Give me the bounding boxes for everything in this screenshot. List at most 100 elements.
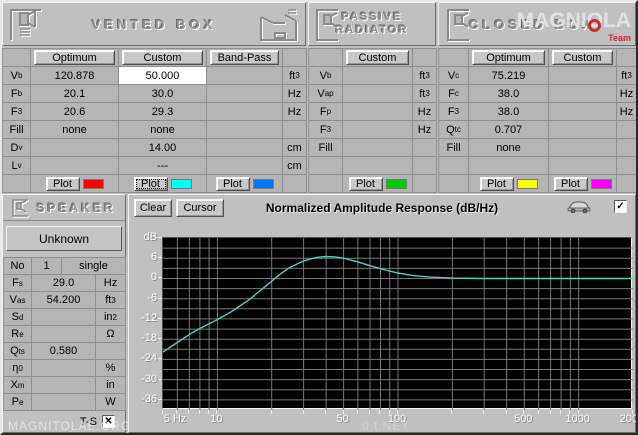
x-axis-tick-label: 100	[387, 413, 407, 425]
y-axis-tick-label: dB	[143, 231, 157, 243]
x-axis-tick	[356, 410, 358, 414]
param-label: F3	[309, 121, 343, 139]
speaker-vas-value[interactable]: 54.200	[32, 292, 96, 309]
chart-overlay-checkbox[interactable]: ✓	[614, 200, 627, 213]
vented-fb-bandpass	[207, 85, 283, 103]
chart-title: Normalized Amplitude Response (dB/Hz)	[265, 201, 499, 215]
vented-f3-optimum: 20.6	[31, 103, 119, 121]
vented-custom-button[interactable]: Custom	[122, 50, 203, 65]
speaker-qts-value[interactable]: 0.580	[32, 343, 96, 360]
unit-label: ft 3	[413, 67, 437, 85]
x-axis-tick	[577, 410, 579, 414]
speaker-sd-value[interactable]	[32, 309, 96, 326]
unit-label: Hz	[617, 103, 636, 121]
magniola-logo-ring	[588, 19, 601, 32]
table-row: Pe W	[4, 394, 126, 411]
vented-bandpass-button[interactable]: Band-Pass	[210, 50, 279, 65]
table-row: Qtc 0.707	[439, 121, 636, 139]
speaker-mode[interactable]: single	[62, 258, 126, 275]
table-row: Vas 54.200 ft 3	[4, 292, 126, 309]
passive-vap-custom-input[interactable]	[343, 85, 413, 103]
speaker-xm-value[interactable]	[32, 377, 96, 394]
vented-optimum-plot-button[interactable]: Plot	[45, 176, 80, 191]
param-label: Fill	[3, 121, 31, 139]
unit-label: cm	[283, 157, 307, 175]
unit-label: ft 3	[96, 292, 126, 309]
plot-color-swatch-magenta	[590, 178, 612, 189]
x-axis-tick	[549, 410, 551, 414]
vented-custom-plot-button[interactable]: Plot	[133, 176, 168, 191]
param-label: η0	[4, 360, 32, 377]
closed-optimum-button[interactable]: Optimum	[472, 50, 545, 65]
vented-vb-optimum: 120.878	[31, 67, 119, 85]
param-label: Fb	[3, 85, 31, 103]
chart-panel: Clear Cursor Normalized Amplitude Respon…	[128, 194, 636, 433]
speaker-fs-value[interactable]: 29.0	[32, 275, 96, 292]
app-window: VENTED BOX PASSIVE RADIATOR CLOSED BOX M…	[0, 0, 638, 435]
closed-fill-custom[interactable]	[549, 139, 617, 157]
plot-area[interactable]	[162, 237, 633, 410]
closed-custom-plot-button[interactable]: Plot	[553, 176, 588, 191]
closed-box-header: CLOSED BOX MAGNIOLA Team	[438, 2, 636, 46]
param-label: Vb	[3, 67, 31, 85]
table-row: Vap ft 3	[309, 85, 437, 103]
vented-vb-custom-input[interactable]: 50.000	[119, 67, 207, 85]
closed-box-table: Optimum Custom Vc 75.219 ft 3 Fc 38.0 Hz …	[438, 48, 636, 193]
x-axis-tick	[397, 410, 398, 414]
unit-label	[283, 121, 307, 139]
passive-radiator-table: Custom Vb ft3 Vap ft3 Fp Hz F3 Hz Fill	[308, 48, 437, 193]
closed-qtc-custom-input[interactable]	[549, 121, 617, 139]
ts-checkbox[interactable]: ✕	[102, 415, 115, 428]
x-axis-tick-label: 1000	[565, 413, 590, 425]
passive-fp-custom-input[interactable]	[343, 103, 413, 121]
speaker-re-value[interactable]	[32, 326, 96, 343]
unit-label: ft 3	[283, 67, 307, 85]
param-label: Re	[4, 326, 32, 343]
speaker-number[interactable]: 1	[32, 258, 62, 275]
vented-fill-optimum[interactable]: none	[31, 121, 119, 139]
param-label: Dv	[3, 139, 31, 157]
passive-f3-custom	[343, 121, 413, 139]
x-axis-tick	[523, 410, 525, 414]
param-label: Vc	[439, 67, 469, 85]
x-axis-tick	[379, 410, 381, 414]
table-row: Fill none	[439, 139, 636, 157]
closed-fc-custom-input[interactable]	[549, 85, 617, 103]
x-axis-tick-label: 10	[210, 413, 223, 425]
vented-fill-custom[interactable]: none	[119, 121, 207, 139]
passive-vb-custom-input[interactable]	[343, 67, 413, 85]
x-axis-tick	[216, 410, 218, 414]
passive-fill-custom[interactable]	[343, 139, 413, 157]
speaker-pe-value[interactable]	[32, 394, 96, 411]
closed-custom-button[interactable]: Custom	[552, 50, 613, 65]
unit-label: ft 3	[617, 67, 636, 85]
speaker-name-selector[interactable]: Unknown	[6, 226, 122, 251]
vented-optimum-button[interactable]: Optimum	[34, 50, 115, 65]
speaker-eta0-value[interactable]	[32, 360, 96, 377]
x-axis-tick	[208, 410, 210, 414]
param-label: Vb	[309, 67, 343, 85]
table-row: Fs 29.0 Hz	[4, 275, 126, 292]
vented-bandpass-plot-button[interactable]: Plot	[215, 176, 250, 191]
closed-vc-optimum: 75.219	[469, 67, 549, 85]
param-label: No	[4, 258, 32, 275]
unit-label: Hz	[413, 121, 437, 139]
plot-row: Plot	[309, 175, 437, 193]
param-label: Vap	[309, 85, 343, 103]
unit-label: Hz	[96, 275, 126, 292]
vented-fb-custom-input[interactable]: 30.0	[119, 85, 207, 103]
unit-label: %	[96, 360, 126, 377]
closed-optimum-plot-button[interactable]: Plot	[479, 176, 514, 191]
vented-dv-custom-input[interactable]: 14.00	[119, 139, 207, 157]
x-axis-tick	[632, 410, 633, 414]
param-label: Qts	[4, 343, 32, 360]
vented-dv-optimum	[31, 139, 119, 157]
table-row: η0 %	[4, 360, 126, 377]
passive-plot-button[interactable]: Plot	[348, 176, 383, 191]
x-axis-tick-label: 500	[514, 413, 533, 425]
table-row: Sd in 2	[4, 309, 126, 326]
closed-vc-custom-input[interactable]	[549, 67, 617, 85]
param-label: Lv	[3, 157, 31, 175]
closed-fill-optimum[interactable]: none	[469, 139, 549, 157]
passive-custom-button[interactable]: Custom	[346, 50, 409, 65]
